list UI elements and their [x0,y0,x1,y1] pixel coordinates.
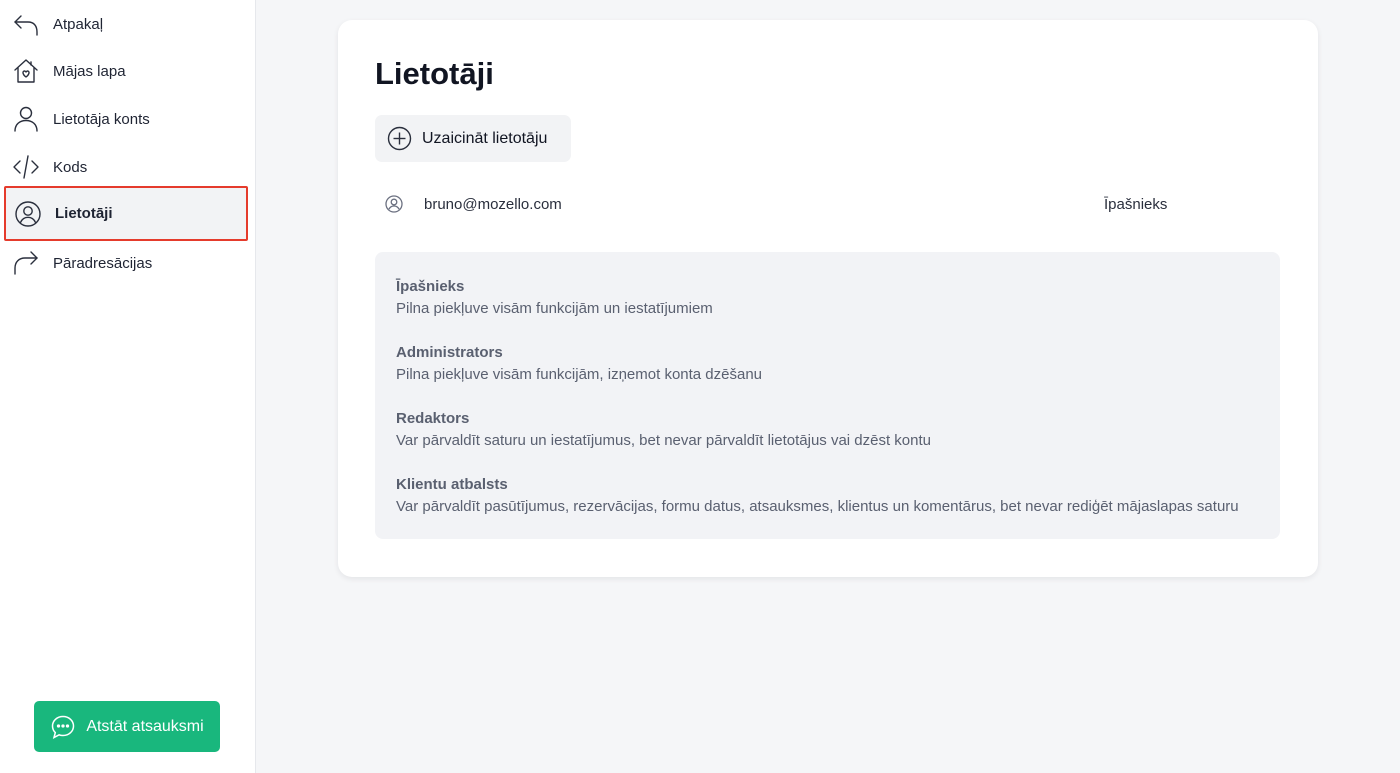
redirect-arrow-icon [12,249,40,277]
role-name: Īpašnieks [396,278,465,295]
sidebar-item-label: Pāradresācijas [53,254,153,272]
chat-bubble-icon [50,714,76,740]
role-info-administrator: Administrators Pilna piekļuve visām funk… [396,342,1259,386]
users-card: Lietotāji Uzaicināt lietotāju bruno@moze… [338,20,1318,577]
feedback-button[interactable]: Atstāt atsauksmi [34,701,220,752]
sidebar: Atpakaļ Mājas lapa Lietotāja konts Kods … [0,0,256,773]
main-content: Lietotāji Uzaicināt lietotāju bruno@moze… [256,0,1400,773]
plus-circle-icon [387,126,412,151]
role-name: Administrators [396,344,503,361]
role-description: Var pārvaldīt pasūtījumus, rezervācijas,… [396,498,1239,515]
sidebar-item-code[interactable]: Kods [4,143,248,191]
invite-user-button[interactable]: Uzaicināt lietotāju [375,115,571,162]
home-icon [12,57,40,85]
feedback-button-label: Atstāt atsauksmi [86,717,204,735]
sidebar-item-label: Lietotāja konts [53,110,150,128]
code-icon [12,153,40,181]
sidebar-item-home[interactable]: Mājas lapa [4,47,248,95]
sidebar-item-back[interactable]: Atpakaļ [4,0,248,48]
role-info-editor: Redaktors Var pārvaldīt saturu un iestat… [396,408,1259,452]
sidebar-item-account[interactable]: Lietotāja konts [4,95,248,143]
user-email: bruno@mozello.com [424,195,562,213]
sidebar-item-users[interactable]: Lietotāji [4,186,248,241]
user-avatar-icon [383,193,405,215]
user-circle-icon [14,200,42,228]
user-role: Īpašnieks [1104,195,1168,213]
role-name: Redaktors [396,410,470,427]
invite-user-label: Uzaicināt lietotāju [422,129,548,147]
role-description: Pilna piekļuve visām funkcijām un iestat… [396,300,713,317]
role-description: Pilna piekļuve visām funkcijām, izņemot … [396,366,763,383]
sidebar-item-label: Kods [53,158,88,176]
sidebar-item-label: Mājas lapa [53,62,126,80]
role-description: Var pārvaldīt saturu un iestatījumus, be… [396,432,932,449]
page-title: Lietotāji [375,56,494,91]
role-name: Klientu atbalsts [396,476,508,493]
roles-info-box: Īpašnieks Pilna piekļuve visām funkcijām… [375,252,1280,539]
role-info-support: Klientu atbalsts Var pārvaldīt pasūtījum… [396,474,1259,518]
sidebar-item-label: Atpakaļ [53,15,104,33]
sidebar-item-redirects[interactable]: Pāradresācijas [4,239,248,287]
app: Atpakaļ Mājas lapa Lietotāja konts Kods … [0,0,1400,773]
back-arrow-icon [12,10,40,38]
user-row[interactable]: bruno@mozello.com Īpašnieks [375,188,1280,220]
sidebar-item-label: Lietotāji [55,205,113,222]
person-icon [12,105,40,133]
role-info-owner: Īpašnieks Pilna piekļuve visām funkcijām… [396,276,1259,320]
